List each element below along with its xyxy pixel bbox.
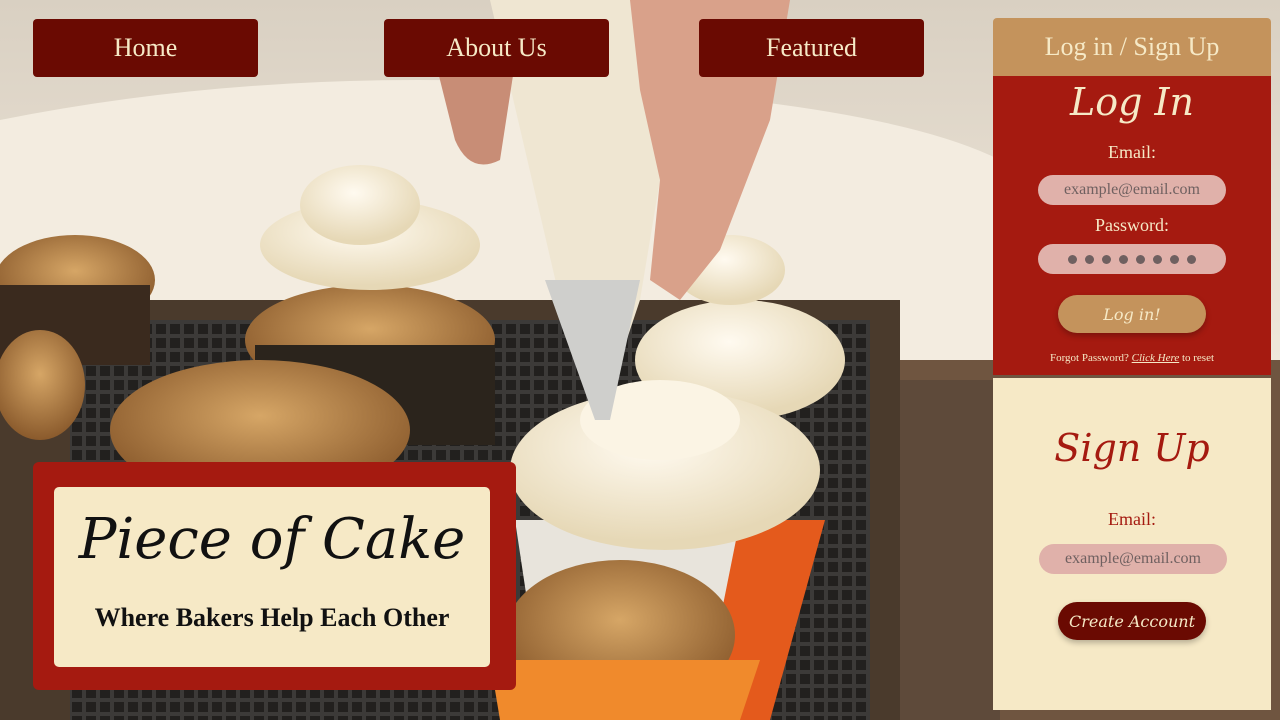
create-account-button[interactable]: Create Account: [1058, 602, 1206, 640]
login-title: Log In: [1069, 80, 1194, 124]
brand-name: Piece of Cake: [78, 507, 466, 572]
password-mask-dot: [1170, 254, 1179, 264]
forgot-password-link[interactable]: Click Here: [1132, 352, 1180, 364]
nav-featured-button[interactable]: Featured: [699, 19, 924, 77]
password-mask-dot: [1153, 254, 1162, 264]
signup-title: Sign Up: [1054, 426, 1210, 470]
password-mask-dot: [1068, 254, 1077, 264]
forgot-suffix: to reset: [1181, 352, 1215, 364]
brand-card-inner: Piece of Cake Where Bakers Help Each Oth…: [54, 487, 490, 667]
login-email-label: Email:: [1108, 142, 1156, 162]
password-mask-dot: [1136, 254, 1145, 264]
brand-tagline: Where Bakers Help Each Other: [94, 603, 450, 632]
login-submit-button[interactable]: Log in!: [1058, 295, 1206, 333]
login-panel: Log In Email: Password: Log in! Forgot P…: [993, 76, 1271, 375]
nav-home-button[interactable]: Home: [33, 19, 258, 77]
signup-panel: Sign Up Email: Create Account: [993, 378, 1271, 710]
forgot-password-text: Forgot Password? Click Here to reset: [993, 352, 1271, 364]
password-mask-dot: [1119, 254, 1128, 264]
login-password-input[interactable]: [1038, 244, 1226, 274]
signup-email-label: Email:: [1108, 509, 1156, 529]
nav-about-button[interactable]: About Us: [384, 19, 609, 77]
password-mask-dot: [1102, 254, 1111, 264]
login-password-label: Password:: [1094, 215, 1169, 235]
password-mask-dot: [1187, 254, 1196, 264]
auth-tab[interactable]: Log in / Sign Up: [993, 18, 1271, 76]
brand-card: Piece of Cake Where Bakers Help Each Oth…: [33, 462, 516, 690]
password-mask-dot: [1085, 254, 1094, 264]
login-email-input[interactable]: [1038, 175, 1226, 205]
signup-email-input[interactable]: [1039, 544, 1227, 574]
forgot-prefix: Forgot Password?: [1049, 352, 1129, 364]
